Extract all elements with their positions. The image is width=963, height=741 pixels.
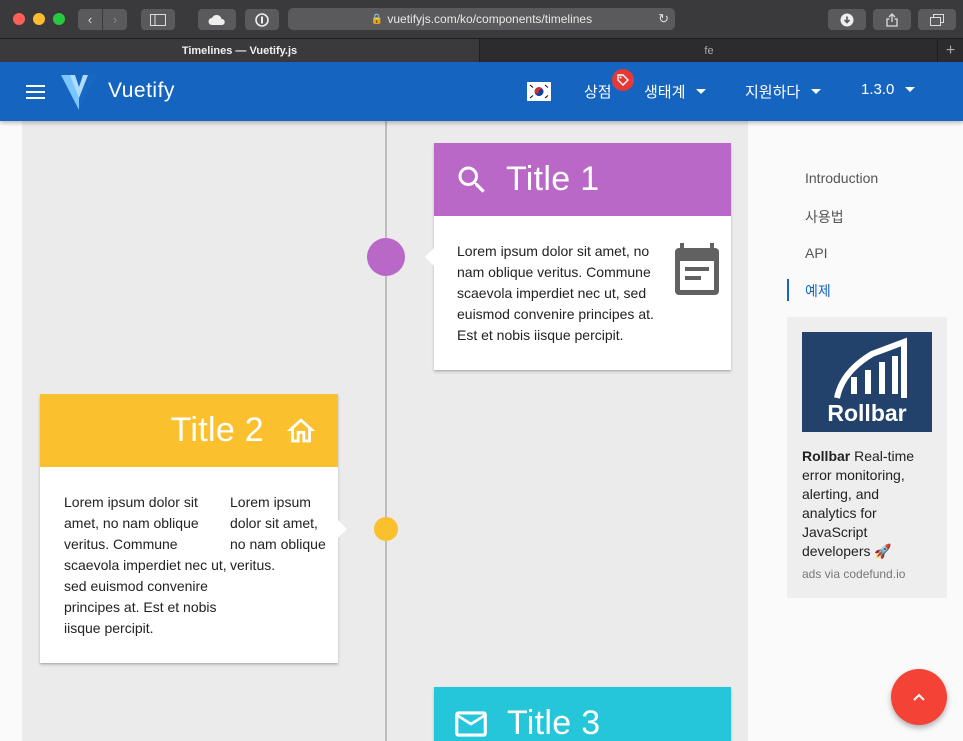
address-bar[interactable]: 🔒 vuetifyjs.com/ko/components/timelines … <box>288 8 675 30</box>
tab-fe[interactable]: fe <box>481 39 937 63</box>
ad-description: Real-time error monitoring, alerting, an… <box>802 448 915 559</box>
timeline-divider <box>385 121 387 741</box>
store-badge <box>612 69 634 91</box>
rollbar-logo[interactable]: Rollbar <box>802 332 932 432</box>
toc-item-examples[interactable]: 예제 <box>805 281 831 301</box>
tab-overview-button[interactable] <box>918 9 956 30</box>
chevron-up-icon <box>913 693 925 701</box>
toc-active-indicator <box>787 279 789 301</box>
tab-bar: Timelines — Vuetify.js fe + <box>0 38 963 63</box>
share-button[interactable] <box>873 9 911 30</box>
ad-via[interactable]: ads via codefund.io <box>802 567 905 581</box>
toc-item-usage[interactable]: 사용법 <box>805 207 844 227</box>
ad-text[interactable]: Rollbar Real-time error monitoring, aler… <box>802 447 934 561</box>
minimize-window-button[interactable] <box>33 13 45 25</box>
card-text: Lorem ipsum dolor sit amet, no nam obliq… <box>64 494 227 636</box>
timeline-card-2: Title 2 Lorem ipsum dolor sit amet, no n… <box>40 394 338 663</box>
password-icon <box>255 12 269 27</box>
toc-item-api[interactable]: API <box>805 245 828 261</box>
card-arrow <box>338 520 347 538</box>
language-flag-icon[interactable] <box>527 82 551 101</box>
email-icon <box>455 710 487 737</box>
card-title: Title 1 <box>506 160 600 198</box>
card-header: Title 2 <box>40 394 338 467</box>
toc-item-introduction[interactable]: Introduction <box>805 170 878 186</box>
ecosystem-menu-button[interactable]: 생태계 <box>644 81 707 102</box>
version-menu-button[interactable]: 1.3.0 <box>861 81 916 98</box>
timeline-dot-2 <box>374 517 398 541</box>
tab-timelines[interactable]: Timelines — Vuetify.js <box>0 39 480 63</box>
menu-icon[interactable] <box>26 85 45 99</box>
reload-icon[interactable]: ↻ <box>658 11 669 27</box>
store-button[interactable]: 상점 <box>584 81 612 102</box>
close-window-button[interactable] <box>13 13 25 25</box>
card-header: Title 1 <box>434 143 731 216</box>
ecosystem-label: 생태계 <box>644 84 686 101</box>
download-icon <box>840 13 854 26</box>
password-manager-button[interactable] <box>245 9 279 30</box>
downloads-button[interactable] <box>828 9 866 30</box>
browser-toolbar: ‹ › 🔒 vuetifyjs.com/ko/components/timeli… <box>0 0 963 38</box>
lock-icon: 🔒 <box>370 13 384 25</box>
magnify-icon <box>458 166 485 193</box>
icloud-tabs-button[interactable] <box>198 9 236 30</box>
timeline-card-1: Title 1 Lorem ipsum dolor sit amet, no n… <box>434 143 731 370</box>
caret-down-icon <box>811 89 822 94</box>
card-text-secondary: Lorem ipsum dolor sit amet, no nam obliq… <box>230 494 326 573</box>
sponsor-ad[interactable]: Rollbar Rollbar Real-time error monitori… <box>787 317 947 598</box>
zoom-window-button[interactable] <box>53 13 65 25</box>
support-label: 지원하다 <box>745 84 801 101</box>
chevron-left-icon: ‹ <box>87 12 93 27</box>
home-icon <box>286 417 316 442</box>
timeline-dot-1 <box>367 238 405 276</box>
plus-icon: + <box>945 42 956 59</box>
ad-headline: Rollbar <box>802 448 851 464</box>
support-menu-button[interactable]: 지원하다 <box>745 81 822 102</box>
scroll-to-top-button[interactable] <box>891 669 947 725</box>
vuetify-logo[interactable] <box>61 72 97 110</box>
toc-label: 사용법 <box>805 209 844 225</box>
toc-label: Introduction <box>805 170 879 186</box>
toc-label: 예제 <box>805 283 831 299</box>
tab-label: Timelines — Vuetify.js <box>181 45 298 57</box>
sidebar-icon <box>150 13 166 26</box>
version-label: 1.3.0 <box>861 81 895 98</box>
sidebar-toggle-button[interactable] <box>141 9 175 30</box>
brand-title[interactable]: Vuetify <box>108 79 175 103</box>
url-text: vuetifyjs.com/ko/components/timelines <box>387 12 593 26</box>
back-button[interactable]: ‹ <box>78 9 102 30</box>
card-title: Title 3 <box>507 704 601 741</box>
rollbar-logo-text: Rollbar <box>827 400 907 426</box>
card-arrow <box>425 248 434 266</box>
tab-label: fe <box>704 45 714 57</box>
new-tab-button[interactable]: + <box>937 39 963 63</box>
cloud-icon <box>208 14 225 25</box>
caret-down-icon <box>696 89 707 94</box>
forward-button[interactable]: › <box>103 9 127 30</box>
chevron-right-icon: › <box>112 12 118 27</box>
timeline-card-3: Title 3 <box>434 687 731 741</box>
card-text: Lorem ipsum dolor sit amet, no nam obliq… <box>457 243 654 343</box>
share-icon <box>886 12 898 27</box>
card-title: Title 2 <box>170 411 264 449</box>
store-label: 상점 <box>584 84 612 101</box>
caret-down-icon <box>905 87 916 92</box>
app-bar: Vuetify 상점 생태계 지원하다 1.3.0 <box>0 62 963 121</box>
tabs-icon <box>930 13 944 26</box>
card-header: Title 3 <box>434 687 731 741</box>
calendar-icon <box>675 243 719 295</box>
rollbar-bars-icon <box>834 337 907 399</box>
tag-icon <box>617 74 629 86</box>
toc-label: API <box>805 245 828 261</box>
